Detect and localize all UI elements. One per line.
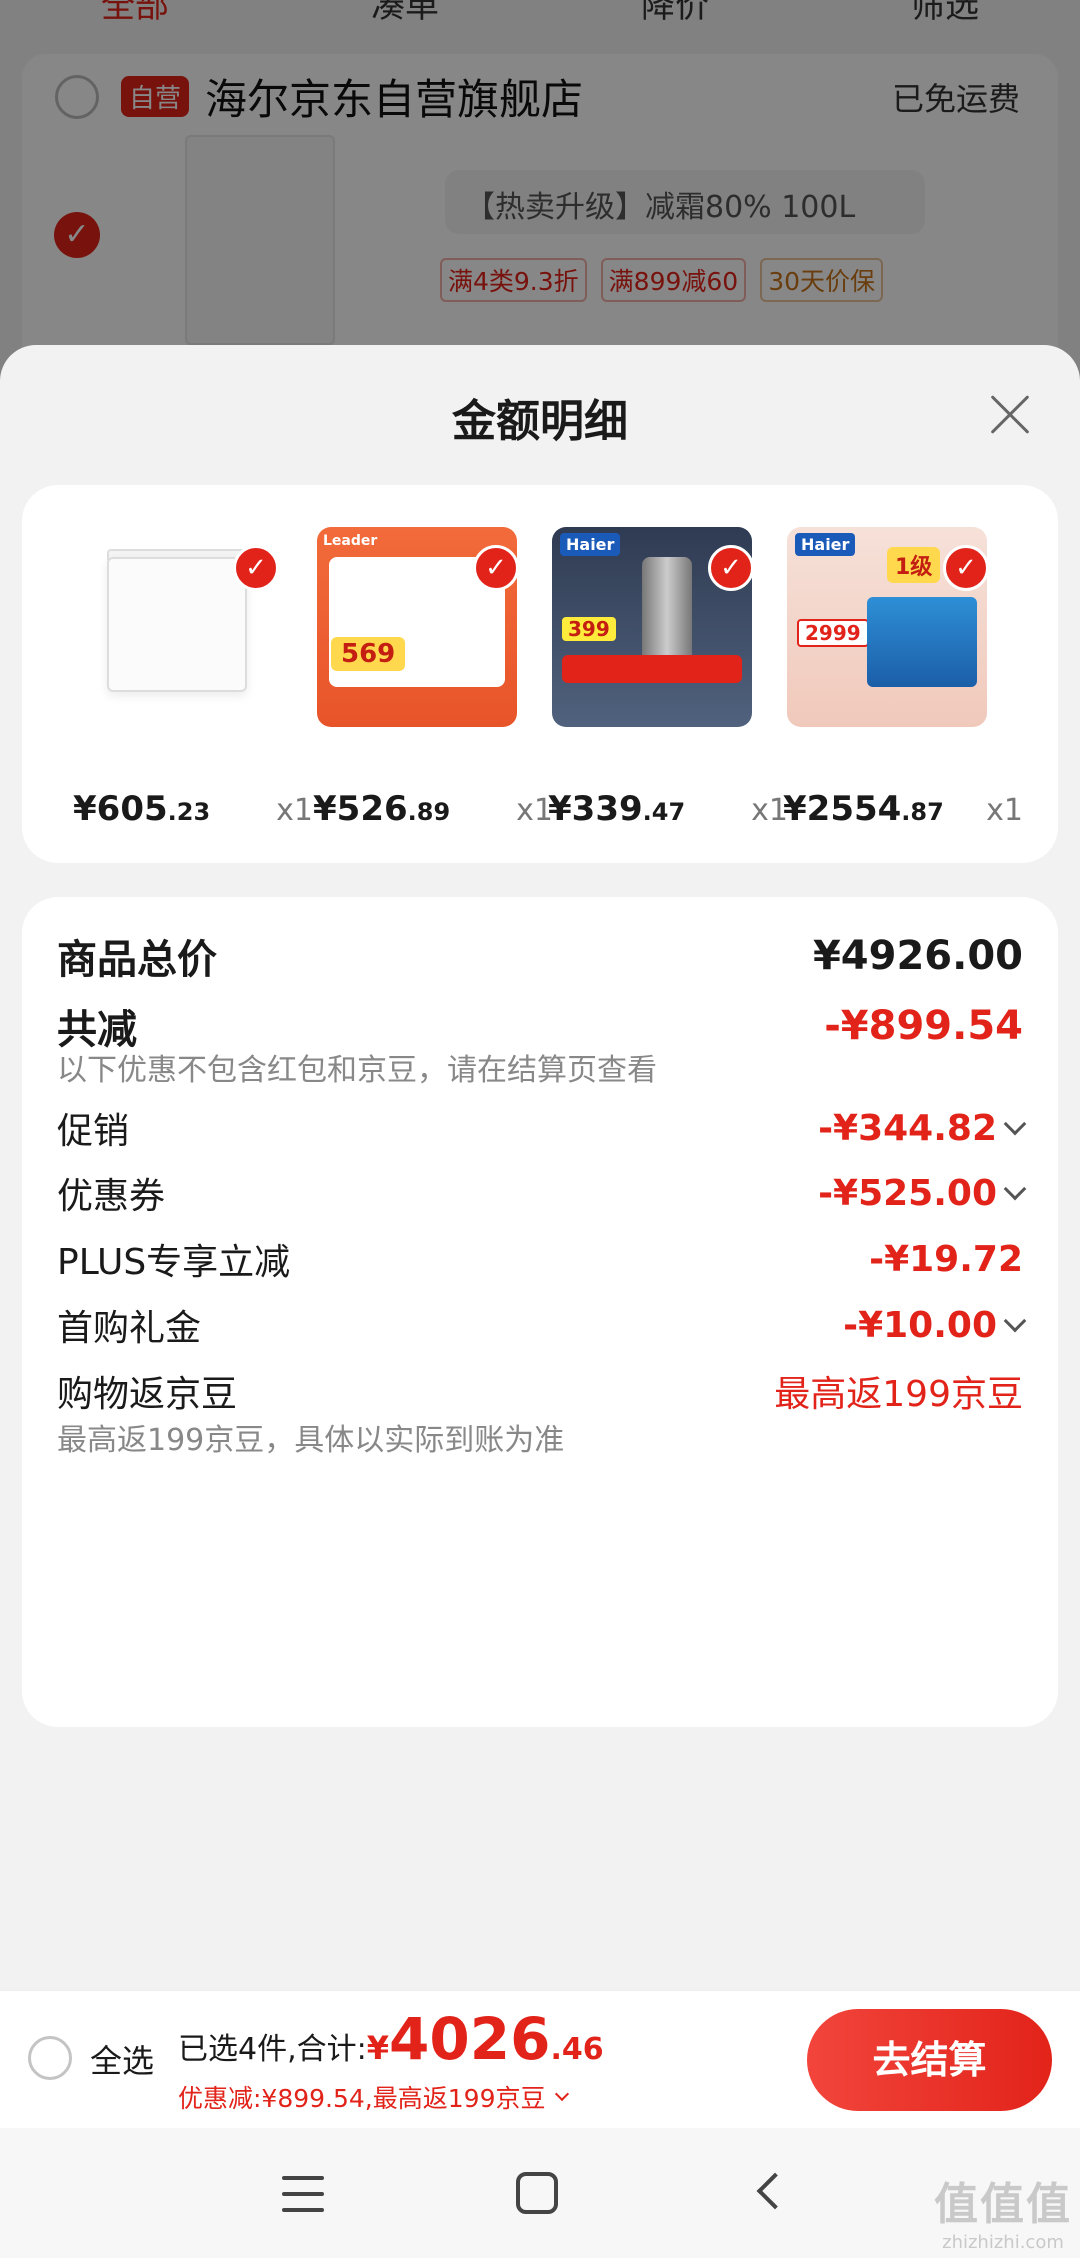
checked-icon: ✓ <box>708 545 754 591</box>
promotion-row[interactable]: 促销 -¥344.82 <box>57 1102 1027 1154</box>
select-all-label[interactable]: 全选 <box>90 2036 154 2082</box>
promotion-value: -¥344.82 <box>818 1107 997 1149</box>
checkout-bar: 全选 已选4件,合计: ¥ 4026 .46 优惠减:¥899.54,最高返19… <box>0 1990 1080 2128</box>
watermark-logo: 值值值 zhizhizhi.com <box>934 2179 1072 2253</box>
back-icon[interactable] <box>756 2172 794 2210</box>
jd-beans-row: 购物返京豆 最高返199京豆 <box>57 1365 1023 1417</box>
product-price: ¥2554.87 x1 <box>783 789 1023 829</box>
order-total-value: 4026 <box>389 2005 551 2073</box>
chevron-down-icon <box>1003 1309 1027 1333</box>
home-icon[interactable] <box>516 2172 558 2214</box>
first-purchase-gift-value: -¥10.00 <box>843 1304 997 1346</box>
price-breakdown-card: 商品总价 ¥4926.00 共减 -¥899.54 以下优惠不包含红包和京豆，请… <box>22 897 1058 1727</box>
plus-discount-value: -¥19.72 <box>869 1238 1023 1280</box>
total-price-row: 商品总价 ¥4926.00 <box>57 933 1023 983</box>
discount-summary[interactable]: 优惠减:¥899.54,最高返199京豆 <box>178 2079 570 2115</box>
order-total: 已选4件,合计: ¥ 4026 .46 <box>178 2005 604 2073</box>
coupon-row[interactable]: 优惠券 -¥525.00 <box>57 1167 1027 1219</box>
sheet-title: 金额明细 <box>452 396 628 447</box>
product-price: ¥526.89 x1 <box>313 789 553 829</box>
checked-icon: ✓ <box>473 545 519 591</box>
chevron-down-icon <box>555 2086 570 2102</box>
select-all-radio[interactable] <box>28 2036 72 2080</box>
jd-beans-note: 最高返199京豆，具体以实际到账为准 <box>57 1423 565 1458</box>
total-price-value: ¥4926.00 <box>812 933 1023 979</box>
chevron-down-icon <box>1003 1177 1027 1201</box>
reduction-note: 以下优惠不包含红包和京豆，请在结算页查看 <box>57 1053 657 1088</box>
close-icon[interactable] <box>980 385 1040 445</box>
chevron-down-icon <box>1003 1112 1027 1136</box>
product-item[interactable]: Haier 1级 2999 ✓ ¥2554.87 x1 <box>783 527 1023 829</box>
coupon-value: -¥525.00 <box>818 1172 997 1214</box>
product-item[interactable]: Leader 569 ✓ ¥526.89 x1 <box>313 527 553 829</box>
product-item[interactable]: Haier 399 ✓ ¥339.47 x1 <box>548 527 788 829</box>
system-navigation-bar <box>0 2128 1080 2258</box>
amount-detail-sheet: 金额明细 ✓ ¥605.23 x1 Leader 569 ✓ ¥526.89 x… <box>0 345 1080 1990</box>
selected-products-card: ✓ ¥605.23 x1 Leader 569 ✓ ¥526.89 x1 Hai… <box>22 485 1058 863</box>
recent-apps-icon[interactable] <box>282 2176 324 2212</box>
jd-beans-value: 最高返199京豆 <box>774 1374 1023 1415</box>
checked-icon: ✓ <box>233 545 279 591</box>
product-item[interactable]: ✓ ¥605.23 x1 <box>73 527 313 829</box>
first-purchase-gift-row[interactable]: 首购礼金 -¥10.00 <box>57 1299 1027 1351</box>
checkout-button[interactable]: 去结算 <box>807 2009 1052 2111</box>
product-price: ¥339.47 x1 <box>548 789 788 829</box>
product-price: ¥605.23 x1 <box>73 789 313 829</box>
product-qty: x1 <box>276 793 313 828</box>
product-qty: x1 <box>986 793 1023 828</box>
total-reduction-value: -¥899.54 <box>824 1003 1023 1049</box>
plus-discount-row: PLUS专享立减 -¥19.72 <box>57 1238 1023 1284</box>
checked-icon: ✓ <box>943 545 989 591</box>
